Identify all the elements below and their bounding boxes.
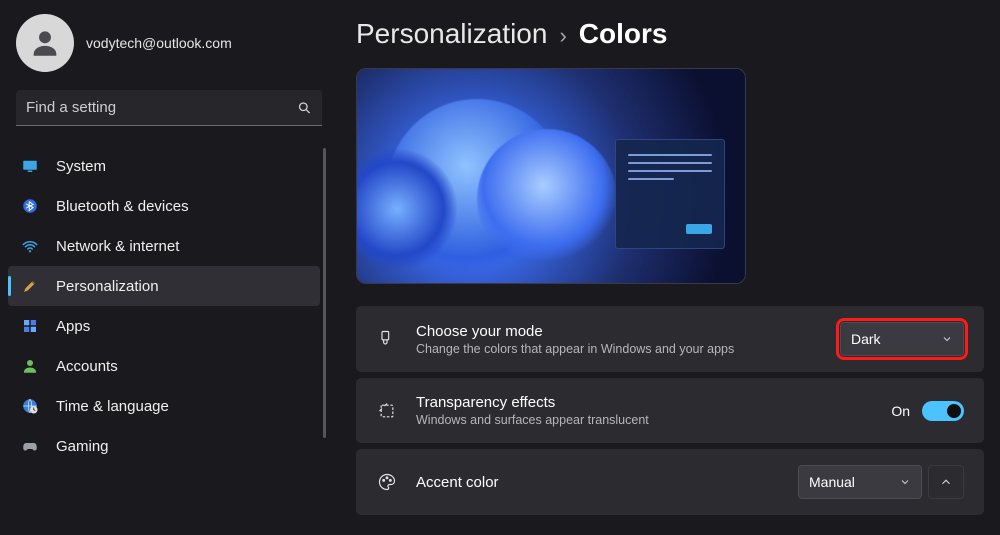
accent-expand-button[interactable] bbox=[928, 465, 964, 499]
apps-icon bbox=[20, 316, 40, 336]
user-email: vodytech@outlook.com bbox=[86, 35, 232, 51]
setting-transparency[interactable]: Transparency effects Windows and surface… bbox=[356, 378, 984, 443]
setting-title: Choose your mode bbox=[416, 323, 822, 340]
setting-title: Transparency effects bbox=[416, 394, 873, 411]
sidebar-item-accounts[interactable]: Accounts bbox=[8, 346, 320, 386]
sidebar-item-bluetooth[interactable]: Bluetooth & devices bbox=[8, 186, 320, 226]
palette-icon bbox=[376, 471, 398, 493]
person-icon bbox=[28, 26, 62, 60]
bluetooth-icon bbox=[20, 196, 40, 216]
sidebar-item-label: Gaming bbox=[56, 438, 109, 455]
setting-accent-color[interactable]: Accent color Manual bbox=[356, 449, 984, 515]
setting-subtitle: Change the colors that appear in Windows… bbox=[416, 342, 822, 356]
user-account-block[interactable]: vodytech@outlook.com bbox=[8, 10, 330, 90]
setting-subtitle: Windows and surfaces appear translucent bbox=[416, 413, 873, 427]
setting-text: Transparency effects Windows and surface… bbox=[416, 394, 873, 427]
sidebar-item-label: Bluetooth & devices bbox=[56, 198, 189, 215]
sidebar-item-personalization[interactable]: Personalization bbox=[8, 266, 320, 306]
transparency-toggle[interactable] bbox=[922, 401, 964, 421]
wifi-icon bbox=[20, 236, 40, 256]
globe-clock-icon bbox=[20, 396, 40, 416]
sidebar-item-apps[interactable]: Apps bbox=[8, 306, 320, 346]
transparency-toggle-group: On bbox=[891, 401, 964, 421]
setting-text: Choose your mode Change the colors that … bbox=[416, 323, 822, 356]
person-icon bbox=[20, 356, 40, 376]
chevron-down-icon bbox=[941, 333, 953, 345]
avatar bbox=[16, 14, 74, 72]
toggle-state-label: On bbox=[891, 403, 910, 419]
breadcrumb-parent[interactable]: Personalization bbox=[356, 18, 547, 50]
sidebar-item-label: Apps bbox=[56, 318, 90, 335]
sidebar-item-label: Personalization bbox=[56, 278, 159, 295]
sidebar-item-label: Accounts bbox=[56, 358, 118, 375]
toggle-knob bbox=[947, 404, 961, 418]
sidebar-item-system[interactable]: System bbox=[8, 146, 320, 186]
window-preview bbox=[615, 139, 725, 249]
sidebar-item-gaming[interactable]: Gaming bbox=[8, 426, 320, 466]
sidebar: vodytech@outlook.com System Bluetooth & … bbox=[0, 0, 330, 535]
accent-dropdown[interactable]: Manual bbox=[798, 465, 922, 499]
breadcrumb: Personalization › Colors bbox=[356, 18, 984, 50]
search-box[interactable] bbox=[16, 90, 322, 126]
display-icon bbox=[20, 156, 40, 176]
main-content: Personalization › Colors Choose your mod… bbox=[330, 0, 1000, 535]
dropdown-value: Dark bbox=[851, 331, 881, 347]
brush-outline-icon bbox=[376, 328, 398, 350]
setting-choose-mode[interactable]: Choose your mode Change the colors that … bbox=[356, 306, 984, 372]
preview-accent-button bbox=[686, 224, 712, 234]
sidebar-item-network[interactable]: Network & internet bbox=[8, 226, 320, 266]
mode-dropdown[interactable]: Dark bbox=[840, 322, 964, 356]
nav-scrollbar[interactable] bbox=[323, 148, 326, 438]
sidebar-item-label: System bbox=[56, 158, 106, 175]
theme-preview bbox=[356, 68, 746, 284]
search-input[interactable] bbox=[26, 99, 297, 116]
setting-title: Accent color bbox=[416, 474, 780, 491]
sidebar-item-label: Network & internet bbox=[56, 238, 179, 255]
gamepad-icon bbox=[20, 436, 40, 456]
chevron-down-icon bbox=[899, 476, 911, 488]
chevron-up-icon bbox=[939, 475, 953, 489]
sidebar-item-time-language[interactable]: Time & language bbox=[8, 386, 320, 426]
setting-text: Accent color bbox=[416, 474, 780, 491]
sidebar-item-label: Time & language bbox=[56, 398, 169, 415]
brush-icon bbox=[20, 276, 40, 296]
search-icon bbox=[297, 100, 312, 116]
chevron-right-icon: › bbox=[559, 23, 566, 49]
dropdown-value: Manual bbox=[809, 474, 855, 490]
nav: System Bluetooth & devices Network & int… bbox=[8, 146, 330, 466]
page-title: Colors bbox=[579, 18, 668, 50]
transparency-icon bbox=[376, 400, 398, 422]
